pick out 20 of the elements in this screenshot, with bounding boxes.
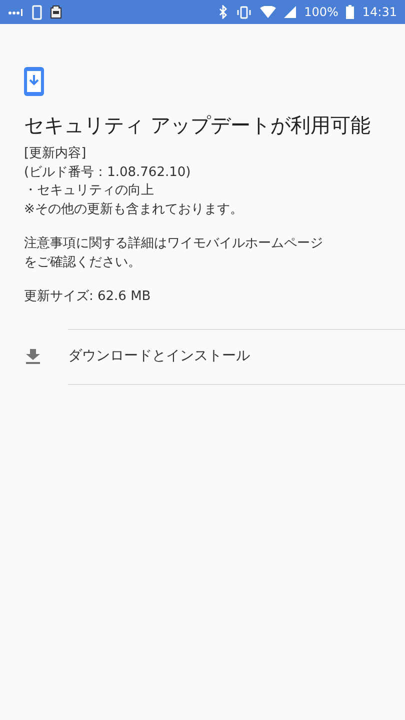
- detail-line: ・セキュリティの向上: [24, 182, 155, 200]
- phone-download-icon: [24, 67, 44, 96]
- download-icon: [26, 349, 40, 364]
- vibrate-icon: [236, 6, 252, 18]
- cellular-icon: [284, 6, 296, 18]
- wifi-icon: [260, 6, 276, 18]
- battery-percent: 100%: [304, 4, 338, 21]
- update-title: セキュリティ アップデートが利用可能: [24, 113, 372, 137]
- clock: 14:31: [362, 4, 397, 21]
- bluetooth-icon: [219, 5, 228, 19]
- detail-line: ※その他の更新も含まれております。: [24, 200, 244, 218]
- download-install-item[interactable]: ダウンロードとインストール: [0, 330, 405, 384]
- phone-icon: [32, 4, 42, 20]
- sd-card-icon: [50, 5, 62, 19]
- notice-text: 注意事項に関する詳細はワイモバイルホームページ をご確認ください。: [24, 235, 324, 272]
- battery-icon: [346, 5, 354, 19]
- detail-line: (ビルド番号：1.08.762.10): [24, 164, 192, 182]
- update-size: 更新サイズ: 62.6 MB: [24, 288, 152, 306]
- signal-dots-icon: [8, 8, 24, 16]
- detail-line: [更新内容]: [24, 145, 88, 163]
